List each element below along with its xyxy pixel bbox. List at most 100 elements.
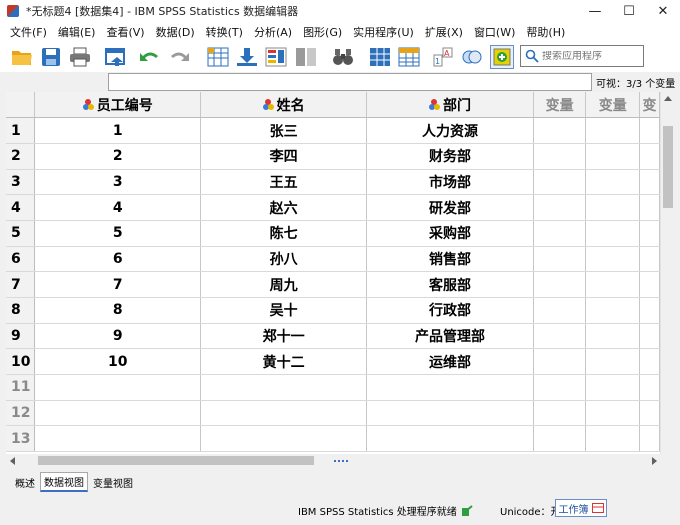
cell-name[interactable]: 孙八 xyxy=(200,246,368,273)
cell-department[interactable]: 财务部 xyxy=(366,143,534,170)
empty-cell[interactable] xyxy=(533,271,587,298)
row-number[interactable]: 7 xyxy=(6,271,36,298)
menu-window[interactable]: 窗口(W) xyxy=(474,24,515,40)
recall-dialog-icon[interactable] xyxy=(104,45,128,69)
scroll-left-arrow-icon[interactable] xyxy=(10,457,15,465)
empty-cell[interactable] xyxy=(200,425,368,453)
menu-transform[interactable]: 转换(T) xyxy=(206,24,243,40)
cell-department[interactable]: 销售部 xyxy=(366,246,534,273)
corner-cell[interactable] xyxy=(6,92,36,119)
row-number[interactable]: 3 xyxy=(6,169,36,196)
menu-extensions[interactable]: 扩展(X) xyxy=(425,24,463,40)
empty-cell[interactable] xyxy=(639,297,660,324)
cell-name[interactable]: 李四 xyxy=(200,143,368,170)
empty-cell[interactable] xyxy=(585,194,641,221)
empty-cell[interactable] xyxy=(200,400,368,427)
scroll-up-arrow-icon[interactable] xyxy=(664,96,672,101)
search-application-box[interactable] xyxy=(520,45,644,67)
row-number[interactable]: 12 xyxy=(6,400,36,427)
cell-department[interactable]: 研发部 xyxy=(366,194,534,221)
empty-cell[interactable] xyxy=(585,246,641,273)
row-number[interactable]: 2 xyxy=(6,143,36,170)
empty-cell[interactable] xyxy=(639,220,660,247)
menu-analyze[interactable]: 分析(A) xyxy=(254,24,292,40)
cell-name[interactable]: 王五 xyxy=(200,169,368,196)
empty-cell[interactable] xyxy=(585,169,641,196)
search-input[interactable] xyxy=(542,50,638,62)
empty-cell[interactable] xyxy=(585,400,641,427)
row-number[interactable]: 5 xyxy=(6,220,36,247)
row-number[interactable]: 13 xyxy=(6,425,36,453)
cell-name[interactable]: 张三 xyxy=(200,117,368,144)
empty-cell[interactable] xyxy=(533,297,587,324)
cell-name[interactable]: 郑十一 xyxy=(200,323,368,350)
cell-name[interactable]: 陈七 xyxy=(200,220,368,247)
cell-value-editor[interactable] xyxy=(108,73,592,91)
cell-name[interactable]: 周九 xyxy=(200,271,368,298)
empty-cell[interactable] xyxy=(639,323,660,350)
empty-cell[interactable] xyxy=(639,374,660,401)
cell-department[interactable]: 市场部 xyxy=(366,169,534,196)
empty-cell[interactable] xyxy=(639,169,660,196)
cell-employee-id[interactable]: 8 xyxy=(34,297,202,324)
close-button[interactable]: ✕ xyxy=(646,0,680,22)
column-header-empty-variable[interactable]: 变 xyxy=(639,92,660,119)
cell-department[interactable]: 行政部 xyxy=(366,297,534,324)
empty-cell[interactable] xyxy=(639,246,660,273)
cell-employee-id[interactable]: 7 xyxy=(34,271,202,298)
maximize-button[interactable]: ☐ xyxy=(612,0,646,22)
empty-cell[interactable] xyxy=(366,425,534,453)
vertical-scroll-thumb[interactable] xyxy=(663,126,673,208)
redo-icon[interactable] xyxy=(167,45,191,69)
empty-cell[interactable] xyxy=(366,374,534,401)
cell-employee-id[interactable]: 1 xyxy=(34,117,202,144)
empty-cell[interactable] xyxy=(585,425,641,453)
empty-cell[interactable] xyxy=(34,400,202,427)
cell-employee-id[interactable]: 3 xyxy=(34,169,202,196)
empty-cell[interactable] xyxy=(533,400,587,427)
tab-variable-view[interactable]: 变量视图 xyxy=(90,472,136,492)
cell-employee-id[interactable]: 2 xyxy=(34,143,202,170)
horizontal-scroll-thumb[interactable] xyxy=(38,456,314,465)
empty-cell[interactable] xyxy=(533,348,587,376)
empty-cell[interactable] xyxy=(34,374,202,401)
empty-cell[interactable] xyxy=(639,425,660,453)
empty-cell[interactable] xyxy=(585,297,641,324)
empty-cell[interactable] xyxy=(639,400,660,427)
empty-cell[interactable] xyxy=(585,117,641,144)
cell-department[interactable]: 采购部 xyxy=(366,220,534,247)
workbook-button[interactable]: 工作簿 xyxy=(555,499,607,517)
tab-overview[interactable]: 概述 xyxy=(10,472,40,492)
empty-cell[interactable] xyxy=(585,323,641,350)
empty-cell[interactable] xyxy=(639,348,660,376)
cell-employee-id[interactable]: 9 xyxy=(34,323,202,350)
empty-cell[interactable] xyxy=(533,220,587,247)
empty-cell[interactable] xyxy=(585,220,641,247)
cell-employee-id[interactable]: 4 xyxy=(34,194,202,221)
cell-name[interactable]: 吴十 xyxy=(200,297,368,324)
empty-cell[interactable] xyxy=(200,374,368,401)
empty-cell[interactable] xyxy=(585,348,641,376)
menu-data[interactable]: 数据(D) xyxy=(156,24,195,40)
row-number[interactable]: 8 xyxy=(6,297,36,324)
data-grid-icon[interactable] xyxy=(368,45,392,69)
empty-cell[interactable] xyxy=(639,271,660,298)
cell-employee-id[interactable]: 10 xyxy=(34,348,202,376)
cell-name[interactable]: 赵六 xyxy=(200,194,368,221)
minimize-button[interactable]: — xyxy=(578,0,612,22)
empty-cell[interactable] xyxy=(639,117,660,144)
open-folder-icon[interactable] xyxy=(10,45,34,69)
empty-cell[interactable] xyxy=(533,143,587,170)
go-to-case-icon[interactable] xyxy=(206,45,230,69)
save-icon[interactable] xyxy=(39,45,63,69)
row-number[interactable]: 4 xyxy=(6,194,36,221)
vertical-scrollbar[interactable] xyxy=(660,92,674,454)
tab-data-view[interactable]: 数据视图 xyxy=(40,472,88,492)
value-labels-grid-icon[interactable] xyxy=(397,45,421,69)
empty-cell[interactable] xyxy=(34,425,202,453)
split-file-icon[interactable] xyxy=(294,45,318,69)
row-number[interactable]: 9 xyxy=(6,323,36,350)
cell-employee-id[interactable]: 5 xyxy=(34,220,202,247)
scroll-right-arrow-icon[interactable] xyxy=(652,457,657,465)
cell-department[interactable]: 客服部 xyxy=(366,271,534,298)
